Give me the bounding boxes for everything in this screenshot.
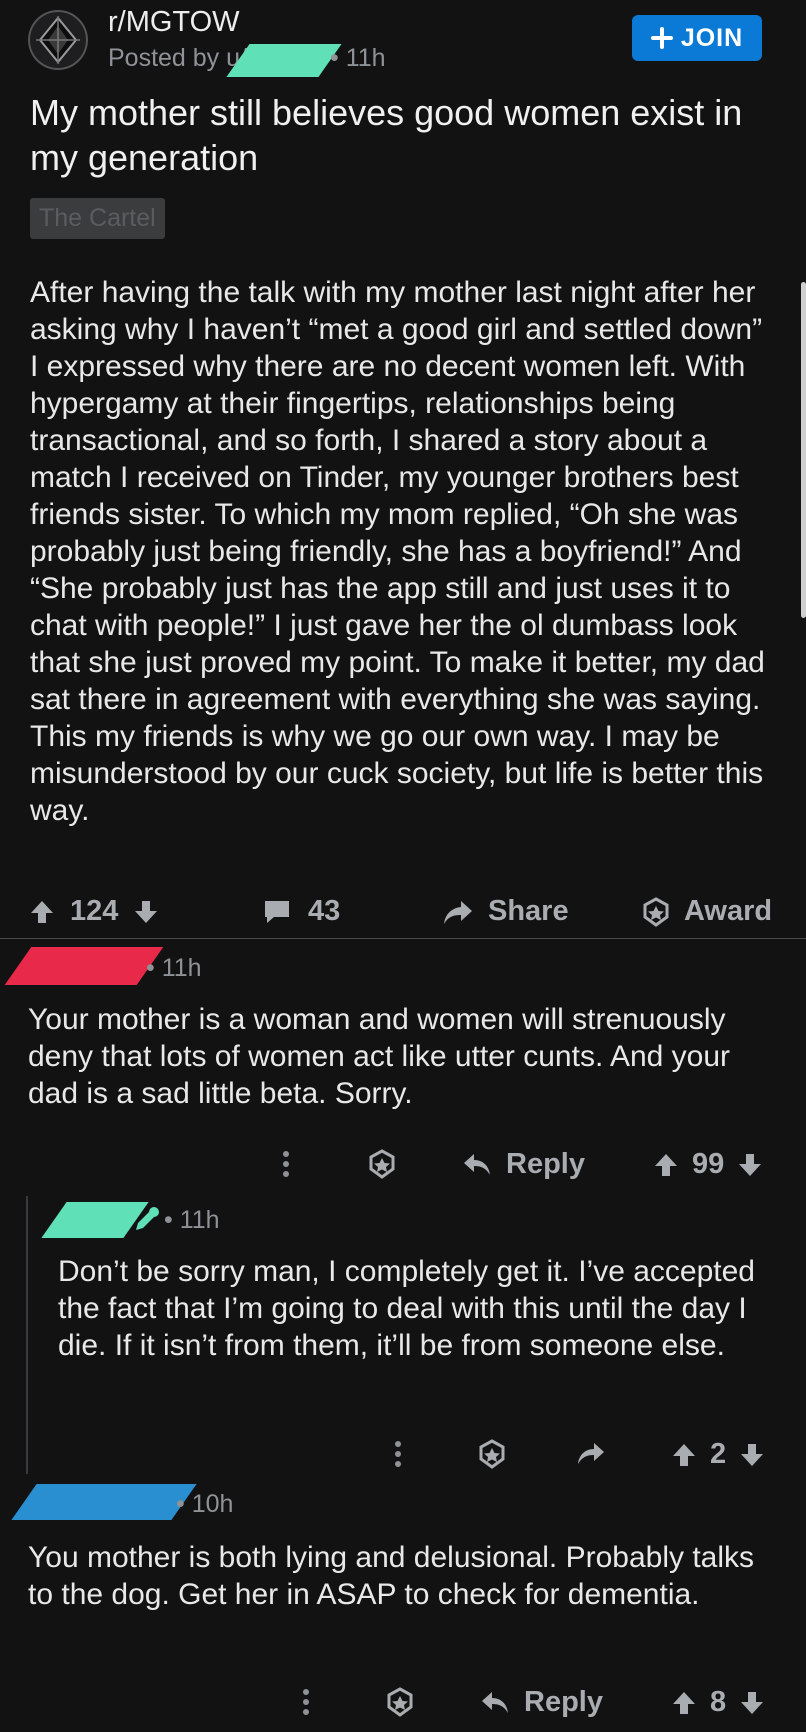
downvote-icon[interactable] <box>132 898 160 926</box>
reply-icon[interactable] <box>576 1441 606 1467</box>
reply-button[interactable]: Reply <box>462 1148 585 1181</box>
comment-time-value: 11h <box>179 1206 220 1234</box>
post-vote-group: 124 <box>28 895 160 928</box>
upvote-icon[interactable] <box>670 1689 698 1717</box>
subreddit-avatar-icon[interactable] <box>28 10 88 70</box>
posted-by-label: Posted by u/ <box>108 44 247 72</box>
post-time: • 11h <box>330 44 386 72</box>
post-vote-count: 124 <box>70 895 119 927</box>
username-redaction <box>11 1484 197 1520</box>
upvote-icon[interactable] <box>28 898 56 926</box>
more-icon[interactable] <box>282 1150 290 1178</box>
username-redaction <box>4 947 164 985</box>
subreddit-name[interactable]: r/MGTOW <box>108 6 240 39</box>
join-button[interactable]: JOIN <box>632 15 762 61</box>
comment-vote-count: 99 <box>692 1148 725 1180</box>
comment-action-bar: Reply 99 <box>270 1148 790 1182</box>
comment-action-bar: Reply 8 <box>290 1686 790 1720</box>
comment-time: • 11h <box>146 954 202 982</box>
award-button[interactable]: Award <box>642 895 772 928</box>
comment-vote-group: 99 <box>652 1148 764 1181</box>
downvote-icon[interactable] <box>738 1689 766 1717</box>
share-icon <box>442 898 474 926</box>
plus-icon <box>650 27 673 49</box>
reply-label: Reply <box>506 1148 585 1180</box>
comment-body: You mother is both lying and delusional.… <box>28 1541 755 1611</box>
comment-time: • 11h <box>164 1206 220 1234</box>
thread-line[interactable] <box>26 1196 28 1474</box>
post-byline: Posted by u/ <box>108 44 247 73</box>
comment-vote-group: 8 <box>670 1686 766 1719</box>
post-body: After having the talk with my mother las… <box>30 276 765 827</box>
scrollbar[interactable] <box>801 282 806 618</box>
more-icon[interactable] <box>302 1688 310 1716</box>
comment-icon <box>262 898 292 926</box>
more-icon[interactable] <box>394 1440 402 1468</box>
award-icon[interactable] <box>368 1149 396 1179</box>
comment-time: • 10h <box>176 1490 234 1518</box>
post-title[interactable]: My mother still believes good women exis… <box>30 90 750 180</box>
award-icon[interactable] <box>478 1439 506 1469</box>
comment-time-value: 10h <box>191 1490 234 1518</box>
award-label: Award <box>684 895 773 927</box>
reply-icon <box>462 1152 492 1178</box>
reply-icon <box>480 1690 510 1716</box>
upvote-icon[interactable] <box>670 1441 698 1469</box>
divider <box>0 938 806 939</box>
comment-body: Don’t be sorry man, I completely get it.… <box>58 1255 755 1362</box>
upvote-icon[interactable] <box>652 1151 680 1179</box>
post-flair[interactable]: The Cartel <box>30 198 165 239</box>
comment-body: Your mother is a woman and women will st… <box>28 1003 731 1110</box>
reply-label: Reply <box>524 1686 603 1718</box>
comment-vote-group: 2 <box>670 1438 766 1471</box>
pencil-icon <box>132 1204 162 1234</box>
comment-vote-count: 8 <box>710 1686 727 1718</box>
share-label: Share <box>488 895 569 927</box>
comments-button[interactable]: 43 <box>262 895 340 928</box>
share-button[interactable]: Share <box>442 895 569 928</box>
reply-button[interactable]: Reply <box>480 1686 603 1719</box>
post-time-value: 11h <box>345 44 386 72</box>
downvote-icon[interactable] <box>736 1151 764 1179</box>
comment-action-bar: 2 <box>390 1438 790 1472</box>
downvote-icon[interactable] <box>738 1441 766 1469</box>
comment-count: 43 <box>308 895 341 927</box>
join-label: JOIN <box>680 23 744 52</box>
award-icon[interactable] <box>386 1687 414 1717</box>
comment-time-value: 11h <box>161 954 202 982</box>
award-icon <box>642 896 670 927</box>
comment-vote-count: 2 <box>710 1438 727 1470</box>
